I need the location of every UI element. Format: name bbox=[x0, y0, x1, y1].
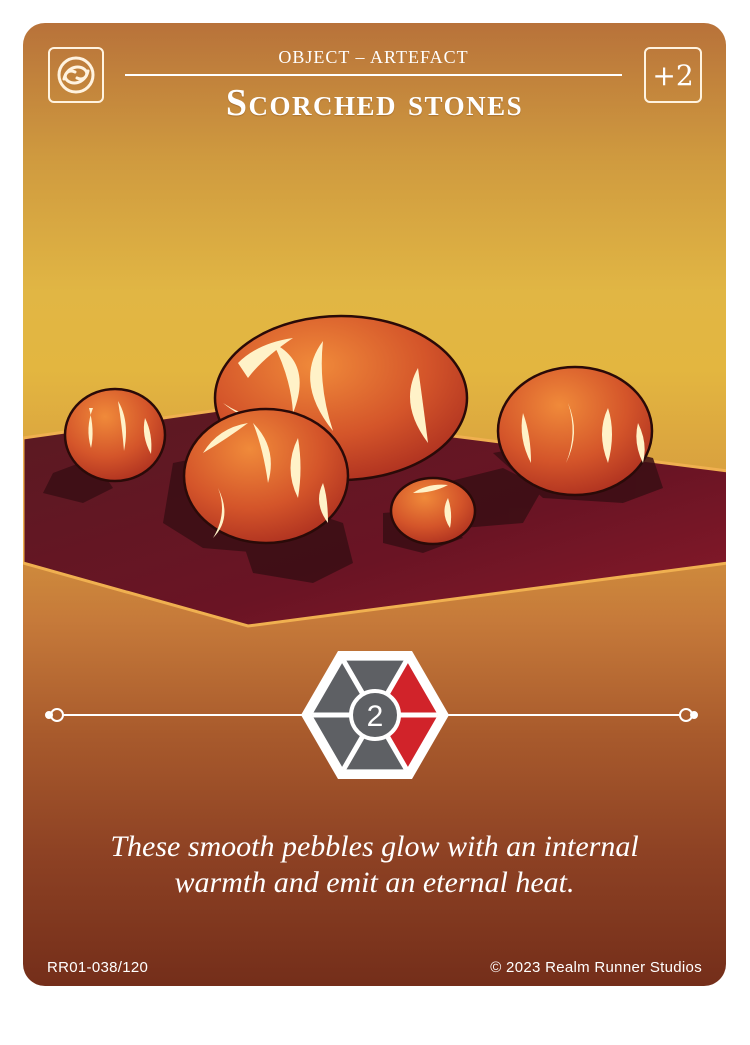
stone bbox=[496, 365, 654, 497]
stone bbox=[182, 407, 350, 545]
copyright: © 2023 Realm Runner Studios bbox=[490, 959, 702, 976]
flavor-line-1: These smooth pebbles glow with an intern… bbox=[110, 830, 639, 863]
title-divider bbox=[125, 74, 622, 76]
stone bbox=[63, 387, 167, 483]
card-title: Scorched stones bbox=[225, 82, 524, 124]
card-artwork bbox=[23, 314, 726, 628]
ornament-left bbox=[45, 708, 64, 722]
bonus-value: +2 bbox=[652, 58, 694, 92]
cost-value: 2 bbox=[367, 700, 384, 733]
set-number: RR01-038/120 bbox=[47, 959, 149, 976]
ornament-right bbox=[679, 708, 698, 722]
cost-divider: 2 bbox=[45, 651, 698, 779]
card-subtype: OBJECT – ARTEFACT bbox=[278, 47, 469, 67]
bonus-badge: +2 bbox=[644, 47, 702, 103]
flavor-text: These smooth pebbles glow with an intern… bbox=[63, 829, 686, 901]
flavor-line-2: warmth and emit an eternal heat. bbox=[174, 866, 575, 899]
stone bbox=[389, 476, 477, 546]
game-card[interactable]: OBJECT – ARTEFACT Scorched stones +2 2 T… bbox=[23, 23, 726, 986]
cost-hexagon: 2 bbox=[301, 651, 449, 779]
